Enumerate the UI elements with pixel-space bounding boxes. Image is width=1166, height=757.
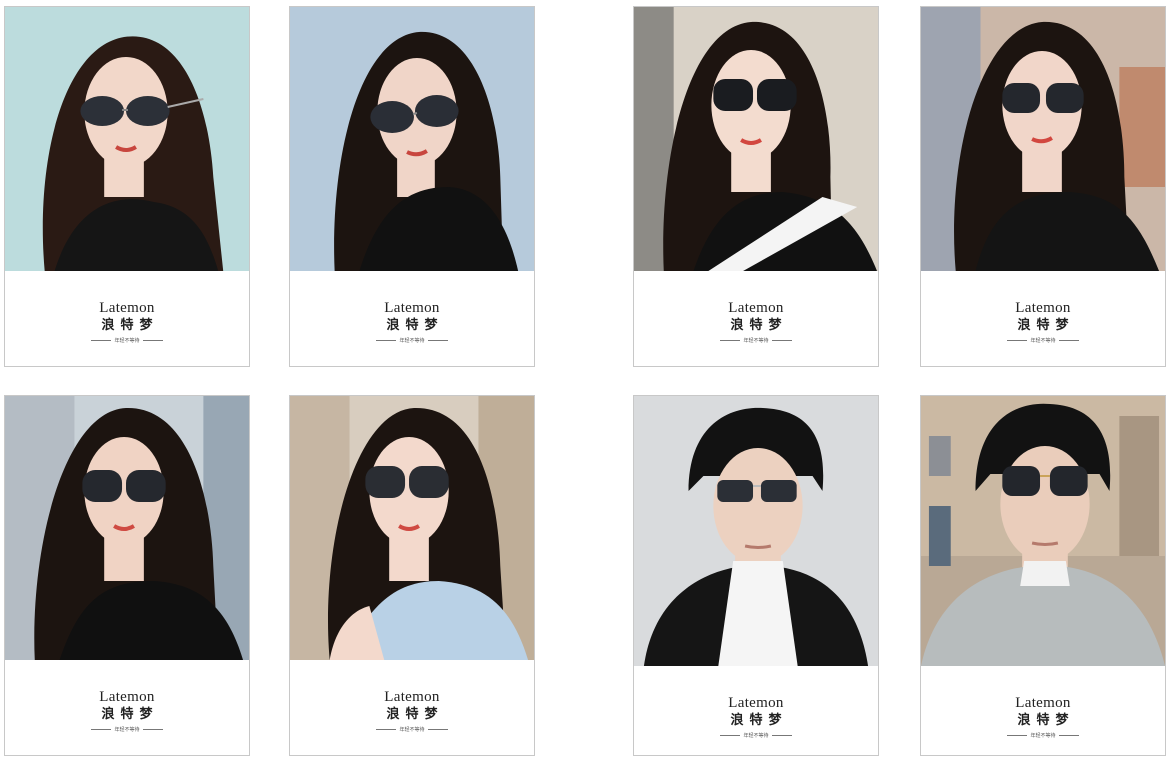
- woman-sunglasses-photo: [921, 7, 1165, 271]
- brand-slogan: 年轻不等待: [921, 732, 1165, 739]
- brand-slogan: 年轻不等待: [290, 337, 534, 344]
- brand-name-en: Latemon: [1015, 300, 1071, 316]
- brand-slogan: 年轻不等待: [290, 726, 534, 733]
- brand-name-en: Latemon: [384, 689, 440, 705]
- brand-block: Latemon 浪特梦 年轻不等待: [290, 689, 534, 733]
- man-sunglasses-photo: [634, 396, 878, 666]
- brand-block: Latemon 浪特梦 年轻不等待: [290, 300, 534, 344]
- poster-4: Latemon 浪特梦 年轻不等待: [920, 6, 1166, 367]
- brand-slogan: 年轻不等待: [5, 337, 249, 344]
- brand-name-cn: 浪特梦: [386, 707, 444, 722]
- brand-name-cn: 浪特梦: [730, 713, 788, 728]
- brand-slogan: 年轻不等待: [921, 337, 1165, 344]
- poster-1: Latemon 浪特梦 年轻不等待: [4, 6, 250, 367]
- poster-photo: [921, 7, 1165, 271]
- poster-7: Latemon 浪特梦 年轻不等待: [633, 395, 879, 756]
- poster-photo: [5, 7, 249, 271]
- brand-block: Latemon 浪特梦 年轻不等待: [634, 300, 878, 344]
- poster-photo: [290, 7, 534, 271]
- brand-name-en: Latemon: [384, 300, 440, 316]
- brand-name-cn: 浪特梦: [386, 318, 444, 333]
- brand-block: Latemon 浪特梦 年轻不等待: [5, 689, 249, 733]
- brand-name-cn: 浪特梦: [1017, 713, 1075, 728]
- poster-photo: [921, 396, 1165, 666]
- poster-8: Latemon 浪特梦 年轻不等待: [920, 395, 1166, 756]
- man-sunglasses-photo: [921, 396, 1165, 666]
- brand-block: Latemon 浪特梦 年轻不等待: [921, 695, 1165, 739]
- brand-block: Latemon 浪特梦 年轻不等待: [921, 300, 1165, 344]
- brand-slogan: 年轻不等待: [5, 726, 249, 733]
- brand-name-cn: 浪特梦: [1017, 318, 1075, 333]
- woman-sunglasses-photo: [634, 7, 878, 271]
- poster-photo: [5, 396, 249, 660]
- brand-slogan: 年轻不等待: [634, 732, 878, 739]
- brand-slogan: 年轻不等待: [634, 337, 878, 344]
- poster-2: Latemon 浪特梦 年轻不等待: [289, 6, 535, 367]
- woman-sunglasses-photo: [5, 7, 249, 271]
- brand-name-cn: 浪特梦: [101, 707, 159, 722]
- brand-name-en: Latemon: [99, 300, 155, 316]
- poster-photo: [290, 396, 534, 660]
- woman-sunglasses-photo: [290, 7, 534, 271]
- poster-photo: [634, 7, 878, 271]
- brand-name-en: Latemon: [728, 695, 784, 711]
- brand-block: Latemon 浪特梦 年轻不等待: [5, 300, 249, 344]
- brand-name-cn: 浪特梦: [730, 318, 788, 333]
- poster-3: Latemon 浪特梦 年轻不等待: [633, 6, 879, 367]
- woman-sunglasses-photo: [5, 396, 249, 660]
- poster-photo: [634, 396, 878, 666]
- brand-name-cn: 浪特梦: [101, 318, 159, 333]
- poster-5: Latemon 浪特梦 年轻不等待: [4, 395, 250, 756]
- brand-name-en: Latemon: [99, 689, 155, 705]
- brand-name-en: Latemon: [728, 300, 784, 316]
- poster-6: Latemon 浪特梦 年轻不等待: [289, 395, 535, 756]
- brand-name-en: Latemon: [1015, 695, 1071, 711]
- woman-sunglasses-photo: [290, 396, 534, 660]
- brand-block: Latemon 浪特梦 年轻不等待: [634, 695, 878, 739]
